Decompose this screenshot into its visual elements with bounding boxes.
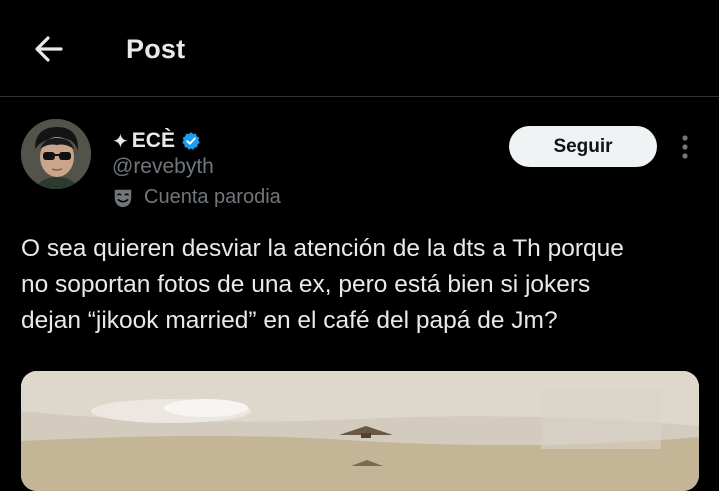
parody-account-label: Cuenta parodia [112, 186, 281, 209]
arrow-left-icon [35, 36, 63, 62]
avatar-photo [21, 119, 91, 189]
display-name[interactable]: ECÈ [132, 129, 175, 153]
theater-mask-icon [112, 187, 134, 209]
sparkle-icon: ✦ [112, 130, 129, 153]
more-options-button[interactable] [670, 130, 700, 164]
author-name-row[interactable]: ✦ ECÈ [112, 128, 201, 154]
avatar[interactable] [21, 119, 91, 189]
more-vertical-icon [682, 135, 688, 159]
follow-button[interactable]: Seguir [509, 126, 657, 167]
page-title: Post [126, 34, 186, 64]
verified-badge-icon [181, 131, 201, 151]
parody-label-text: Cuenta parodia [144, 186, 281, 208]
top-bar: Post [0, 0, 719, 97]
back-button[interactable] [28, 28, 70, 70]
author-handle[interactable]: @revebyth [112, 155, 214, 179]
post-media-image[interactable] [21, 371, 699, 491]
post-text: O sea quieren desviar la atención de la … [21, 235, 624, 334]
media-photo [21, 371, 699, 491]
